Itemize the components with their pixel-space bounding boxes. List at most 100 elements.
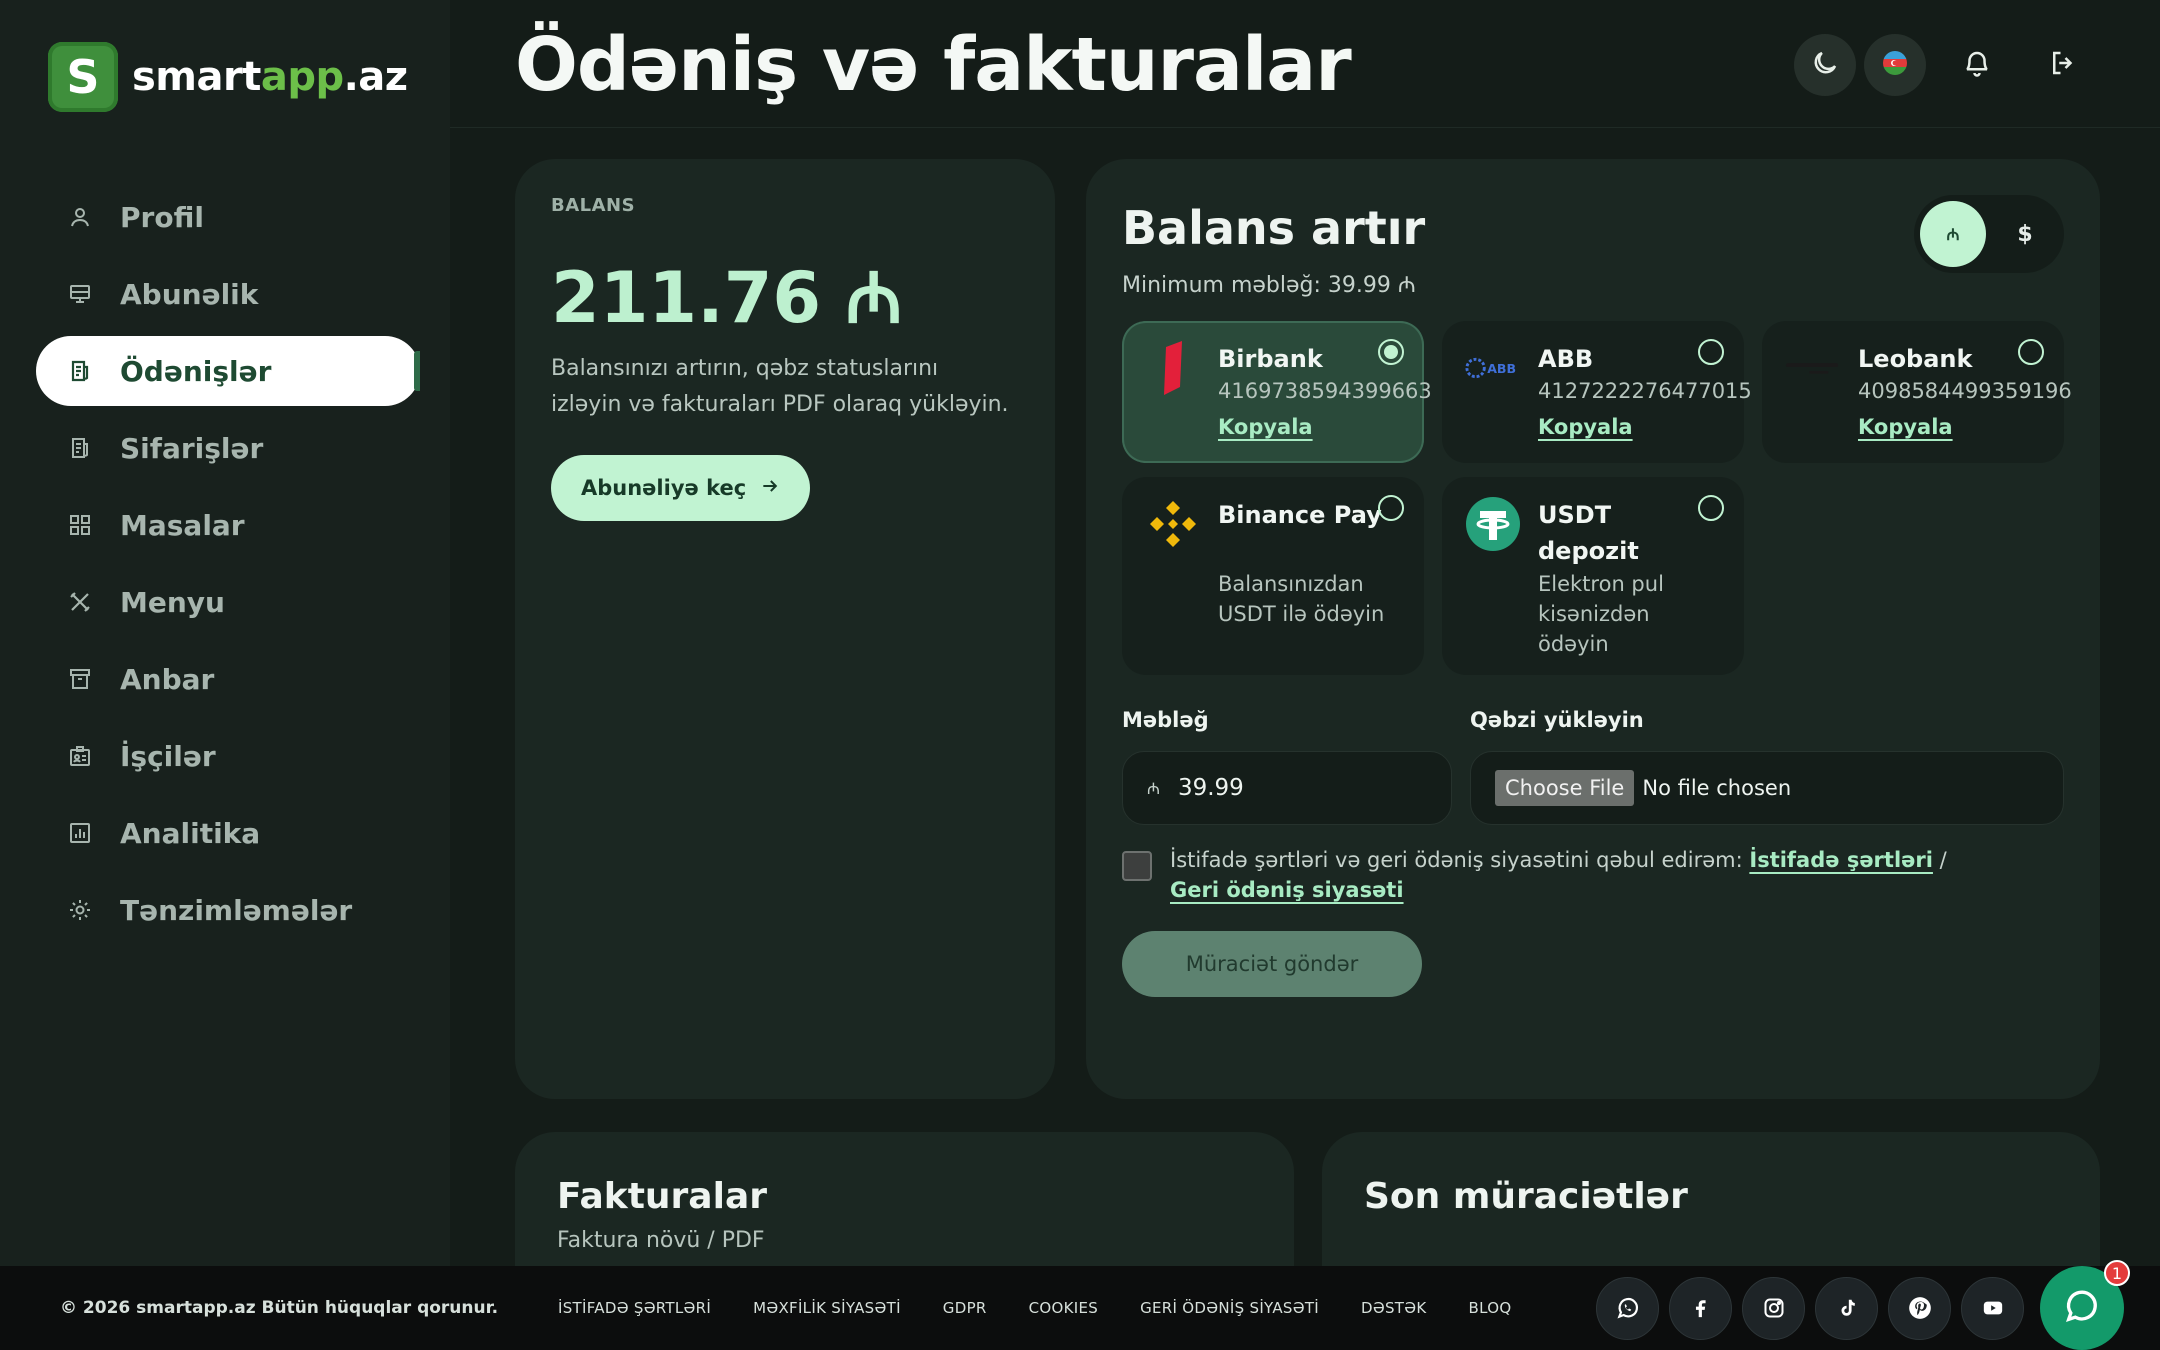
receipt-file-input[interactable]: Choose File No file chosen (1470, 751, 2064, 825)
terms-checkbox[interactable] (1122, 851, 1152, 881)
theme-toggle-button[interactable] (1794, 34, 1856, 96)
sidebar-item-abunelik[interactable]: Abunəlik (36, 259, 420, 329)
copy-link[interactable]: Kopyala (1858, 415, 1953, 439)
payment-method-radio[interactable] (1698, 339, 1724, 365)
sidebar-item-masalar[interactable]: Masalar (36, 490, 420, 560)
binance-logo (1144, 495, 1202, 553)
footer: © 2026 smartapp.az Bütün hüquqlar qorunu… (0, 1266, 2160, 1350)
page-title: Ödəniş və fakturalar (515, 22, 1352, 108)
payment-method-name: Leobank (1858, 345, 1973, 373)
sidebar-item-label: İşçilər (120, 739, 216, 773)
balance-card: BALANS 211.76 ₼ Balansınızı artırın, qəb… (515, 159, 1055, 1099)
terms-link[interactable]: İstifadə şərtləri (1749, 848, 1933, 872)
language-button[interactable] (1864, 34, 1926, 96)
sidebar: S smart app .az Profil Abunəlik Ödənişlər (0, 0, 450, 1266)
payment-method-radio[interactable] (1378, 339, 1404, 365)
amount-input[interactable]: ₼ 39.99 (1122, 751, 1452, 825)
receipt-label: Qəbzi yükləyin (1470, 708, 1644, 732)
facebook-icon[interactable] (1669, 1276, 1732, 1340)
sidebar-item-profil[interactable]: Profil (36, 182, 420, 252)
arrow-right-icon (760, 476, 780, 501)
svg-text:ABB: ABB (1487, 361, 1516, 376)
receipt-icon (66, 434, 94, 462)
chat-bubble-icon (2062, 1286, 2102, 1330)
tether-logo (1464, 495, 1522, 553)
footer-link-blog[interactable]: BLOQ (1469, 1299, 1512, 1317)
youtube-icon[interactable] (1961, 1276, 2024, 1340)
user-icon (66, 203, 94, 231)
brand-name-part: app (260, 54, 344, 100)
amount-label: Məbləğ (1122, 708, 1209, 732)
account-number: 4127222276477015 (1538, 379, 1752, 403)
notifications-button[interactable] (1946, 34, 2008, 96)
sidebar-item-label: Analitika (120, 816, 261, 850)
footer-link-refund[interactable]: GERİ ÖDƏNİŞ SİYASƏTİ (1140, 1299, 1319, 1317)
sidebar-item-tenzimlemeler[interactable]: Tənzimləmələr (36, 875, 420, 945)
sidebar-item-anbar[interactable]: Anbar (36, 644, 420, 714)
leobank-logo (1784, 339, 1842, 397)
instagram-icon[interactable] (1742, 1276, 1805, 1340)
sidebar-item-analitika[interactable]: Analitika (36, 798, 420, 868)
header-divider (450, 127, 2160, 128)
currency-usd-button[interactable]: $ (1992, 201, 2058, 267)
footer-link-privacy[interactable]: MƏXFİLİK SİYASƏTİ (753, 1299, 901, 1317)
go-to-subscription-button[interactable]: Abunəliyə keç (551, 455, 811, 521)
payment-method-leobank[interactable]: Leobank 4098584499359196 Kopyala (1762, 321, 2072, 463)
footer-link-support[interactable]: DƏSTƏK (1361, 1299, 1426, 1317)
moon-icon (1810, 48, 1840, 82)
sidebar-item-label: Profil (120, 200, 204, 234)
submit-request-button[interactable]: Müraciət göndər (1122, 931, 1422, 997)
tiktok-icon[interactable] (1815, 1276, 1878, 1340)
chat-notification-badge: 1 (2104, 1260, 2130, 1286)
recent-requests-title: Son müraciətlər (1364, 1176, 1688, 1217)
footer-link-terms[interactable]: İSTİFADƏ ŞƏRTLƏRİ (558, 1299, 711, 1317)
monitor-icon (66, 280, 94, 308)
gear-icon (66, 896, 94, 924)
logout-icon (2048, 48, 2078, 82)
social-links (1596, 1276, 2024, 1340)
sidebar-item-label: Tənzimləmələr (120, 893, 353, 927)
copyright: © 2026 smartapp.az Bütün hüquqlar qorunu… (60, 1298, 499, 1318)
sidebar-item-sifarisler[interactable]: Sifarişlər (36, 413, 420, 483)
sidebar-item-label: Anbar (120, 662, 215, 696)
sidebar-item-menyu[interactable]: Menyu (36, 567, 420, 637)
footer-links: İSTİFADƏ ŞƏRTLƏRİ MƏXFİLİK SİYASƏTİ GDPR… (558, 1299, 1511, 1317)
logout-button[interactable] (2032, 34, 2094, 96)
invoices-title: Fakturalar (557, 1176, 767, 1217)
logo-mark: S (48, 42, 118, 112)
balance-amount: 211.76 ₼ (551, 257, 903, 339)
copy-link[interactable]: Kopyala (1538, 415, 1633, 439)
copy-link[interactable]: Kopyala (1218, 415, 1313, 439)
sidebar-item-isciler[interactable]: İşçilər (36, 721, 420, 791)
brand-logo[interactable]: S smart app .az (48, 40, 408, 114)
payment-method-birbank[interactable]: Birbank 4169738594399663 Kopyala (1122, 321, 1432, 463)
payment-method-radio[interactable] (1698, 495, 1724, 521)
terms-sentence: İstifadə şərtləri və geri ödəniş siyasət… (1170, 848, 1743, 872)
payment-method-name: ABB (1538, 345, 1594, 373)
sidebar-item-label: Ödənişlər (120, 354, 272, 388)
payment-method-name: Binance Pay (1218, 501, 1382, 529)
footer-link-cookies[interactable]: COOKIES (1029, 1299, 1098, 1317)
whatsapp-icon[interactable] (1596, 1276, 1659, 1340)
payment-method-usdt-deposit[interactable]: USDT depozit Elektron pul kisənizdən ödə… (1442, 477, 1744, 675)
payment-method-binance-pay[interactable]: Binance Pay Balansınızdan USDT ilə ödəyi… (1122, 477, 1424, 675)
currency-azn-button[interactable]: ₼ (1920, 201, 1986, 267)
brand-name-part: .az (343, 54, 408, 100)
payment-method-radio[interactable] (2018, 339, 2044, 365)
refund-policy-link[interactable]: Geri ödəniş siyasəti (1170, 878, 1404, 902)
payment-method-abb[interactable]: ABB ABB 4127222276477015 Kopyala (1442, 321, 1752, 463)
footer-link-gdpr[interactable]: GDPR (943, 1299, 987, 1317)
payment-method-radio[interactable] (1378, 495, 1404, 521)
pinterest-icon[interactable] (1888, 1276, 1951, 1340)
terms-separator: / (1939, 848, 1947, 872)
topup-card: Balans artır Minimum məbləğ: 39.99 ₼ ₼ $… (1086, 159, 2100, 1099)
sidebar-item-label: Menyu (120, 585, 225, 619)
sidebar-item-label: Abunəlik (120, 277, 259, 311)
account-number: 4098584499359196 (1858, 379, 2072, 403)
bell-icon (1962, 48, 1992, 82)
topup-title: Balans artır (1122, 201, 1426, 255)
choose-file-button[interactable]: Choose File (1495, 770, 1635, 806)
sidebar-item-odenisler[interactable]: Ödənişlər (36, 336, 420, 406)
balance-description: Balansınızı artırın, qəbz statuslarını i… (551, 356, 1009, 417)
brand-name-part: smart (132, 54, 261, 100)
